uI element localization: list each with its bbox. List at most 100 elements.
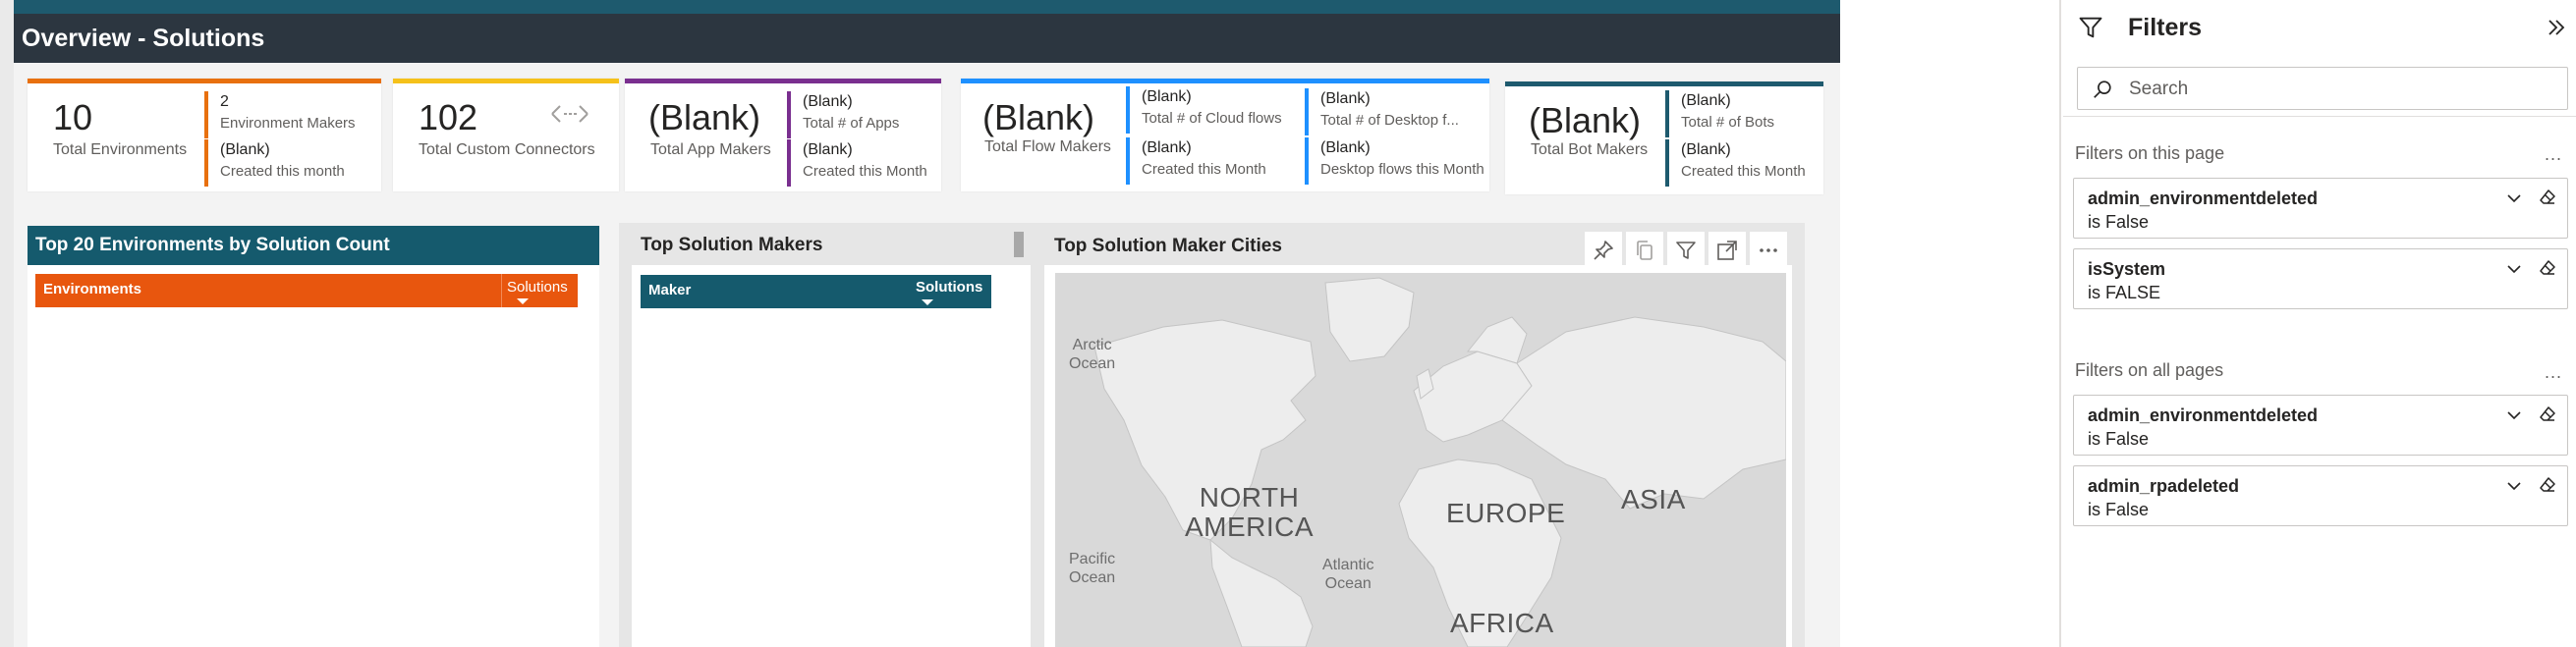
filter-field-name: admin_rpadeleted [2088, 476, 2240, 496]
sub-label: Created this Month [1681, 163, 1806, 180]
filter-card[interactable]: admin_environmentdeleted is False [2073, 178, 2568, 239]
kpi-sub-metric: (Blank) Created this Month [1126, 137, 1303, 185]
card-accent [625, 79, 941, 83]
top-accent-band [14, 0, 1840, 14]
kpi-card-flow-makers[interactable]: (Blank) Total Flow Makers (Blank) Total … [961, 79, 1489, 191]
sub-value: (Blank) [1681, 92, 1731, 109]
makers-table-visual[interactable]: Maker Solutions [632, 265, 1031, 647]
pane-divider [2063, 116, 2576, 117]
focus-mode-button[interactable] [1708, 232, 1746, 269]
chevron-down-icon[interactable] [2504, 476, 2524, 496]
kpi-sub-metric: (Blank) Created this Month [787, 139, 939, 187]
kpi-value: (Blank) [982, 97, 1095, 137]
card-accent [1505, 81, 1823, 86]
clear-filter-icon[interactable] [2538, 258, 2557, 278]
clear-filter-icon[interactable] [2538, 188, 2557, 207]
kpi-sub-metric: (Blank) Desktop flows this Month [1305, 137, 1487, 185]
chevron-down-icon[interactable] [2504, 259, 2524, 279]
kpi-sub-metric: (Blank) Total # of Bots [1665, 90, 1822, 137]
kpi-sub-metric: (Blank) Created this Month [1665, 139, 1822, 187]
kpi-sub-metric: (Blank) Total # of Apps [787, 91, 939, 138]
continents-shape [1093, 277, 1786, 647]
sub-label: Total # of Apps [803, 115, 900, 132]
filter-icon [1676, 242, 1696, 259]
copy-visual-button[interactable] [1626, 232, 1663, 269]
focus-mode-icon [1717, 241, 1737, 260]
env-table-visual[interactable]: Top 20 Environments by Solution Count En… [28, 226, 599, 647]
filter-card[interactable]: admin_environmentdeleted is False [2073, 395, 2568, 456]
title-bar: Overview - Solutions [14, 14, 1840, 63]
kpi-sub-metric: 2 Environment Makers [204, 91, 379, 138]
kpi-value: 102 [419, 97, 478, 137]
sub-value: (Blank) [1142, 139, 1192, 156]
sub-label: Environment Makers [220, 115, 356, 132]
sub-value: 2 [220, 93, 229, 110]
all-pages-more-options[interactable]: ... [2545, 363, 2562, 381]
makers-table-title: Top Solution Makers [641, 235, 823, 255]
kpi-sub-metric: (Blank) Total # of Desktop f... [1305, 88, 1487, 135]
page-title: Overview - Solutions [22, 25, 265, 52]
filter-visual-button[interactable] [1667, 232, 1705, 269]
map-label-pacific-ocean: Pacific Ocean [1069, 551, 1116, 586]
chevron-down-icon[interactable] [2504, 405, 2524, 425]
filter-condition: is FALSE [2088, 283, 2161, 302]
chevron-down-icon[interactable] [2504, 189, 2524, 208]
this-page-more-options[interactable]: ... [2545, 145, 2562, 163]
env-table-title: Top 20 Environments by Solution Count [35, 235, 390, 255]
makers-scrollbar[interactable] [1014, 232, 1024, 257]
column-header-maker[interactable]: Maker [648, 282, 691, 299]
copy-icon [1637, 241, 1652, 260]
column-divider [501, 274, 502, 307]
column-header-solutions[interactable]: Solutions [507, 279, 568, 297]
filters-pane: Filters Search Filters on this page ... … [2059, 0, 2576, 647]
kpi-value: (Blank) [1529, 100, 1642, 140]
sub-label: Created this Month [1142, 161, 1266, 178]
filter-card[interactable]: admin_rpadeleted is False [2073, 465, 2568, 526]
kpi-card-app-makers[interactable]: (Blank) Total App Makers (Blank) Total #… [625, 79, 941, 191]
card-accent [393, 79, 619, 83]
sub-label: Created this month [220, 163, 345, 180]
sub-label: Total # of Cloud flows [1142, 110, 1282, 127]
pin-visual-button[interactable] [1585, 232, 1622, 269]
sort-desc-icon[interactable] [922, 299, 933, 305]
collapse-pane-icon[interactable] [2545, 16, 2568, 39]
filter-condition: is False [2088, 500, 2150, 519]
sub-value: (Blank) [803, 141, 853, 158]
kpi-label: Total Custom Connectors [419, 141, 595, 158]
search-placeholder: Search [2129, 79, 2189, 99]
kpi-sub-metric: (Blank) Created this month [204, 139, 379, 187]
left-gutter [0, 0, 14, 647]
sub-label: Desktop flows this Month [1320, 161, 1484, 178]
filter-card[interactable]: isSystem is FALSE [2073, 248, 2568, 309]
connector-arrows-icon [551, 105, 588, 123]
kpi-label: Total Bot Makers [1531, 141, 1649, 158]
more-options-icon [1760, 248, 1777, 252]
kpi-value: (Blank) [648, 97, 761, 137]
kpi-card-bot-makers[interactable]: (Blank) Total Bot Makers (Blank) Total #… [1505, 81, 1823, 194]
filter-field-name: admin_environmentdeleted [2088, 189, 2319, 208]
makers-table-header: Maker Solutions [641, 275, 991, 308]
filters-search-input[interactable]: Search [2077, 67, 2568, 110]
sub-value: (Blank) [1142, 88, 1192, 105]
more-options-button[interactable] [1750, 232, 1787, 269]
world-map[interactable]: Arctic Ocean NORTH AMERICA EUROPE ASIA P… [1055, 273, 1786, 647]
column-header-solutions[interactable]: Solutions [916, 279, 982, 297]
map-label-atlantic-ocean: Atlantic Ocean [1322, 557, 1374, 592]
sub-value: (Blank) [1320, 90, 1371, 107]
map-label-africa: AFRICA [1450, 608, 1554, 638]
kpi-card-environments[interactable]: 10 Total Environments 2 Environment Make… [28, 79, 381, 191]
clear-filter-icon[interactable] [2538, 475, 2557, 495]
sort-desc-icon[interactable] [517, 298, 529, 304]
map-label-arctic-ocean: Arctic Ocean [1069, 337, 1116, 372]
card-accent [28, 79, 381, 83]
kpi-value: 10 [53, 97, 93, 137]
column-header-environments[interactable]: Environments [43, 281, 141, 298]
filter-condition: is False [2088, 429, 2150, 449]
clear-filter-icon[interactable] [2538, 404, 2557, 424]
map-label-north-america: NORTH AMERICA [1185, 482, 1315, 542]
kpi-card-custom-connectors[interactable]: 102 Total Custom Connectors [393, 79, 619, 191]
filter-field-name: admin_environmentdeleted [2088, 405, 2319, 425]
filters-on-this-page-title: Filters on this page [2075, 143, 2225, 163]
card-accent [961, 79, 1489, 83]
sub-value: (Blank) [1681, 141, 1731, 158]
